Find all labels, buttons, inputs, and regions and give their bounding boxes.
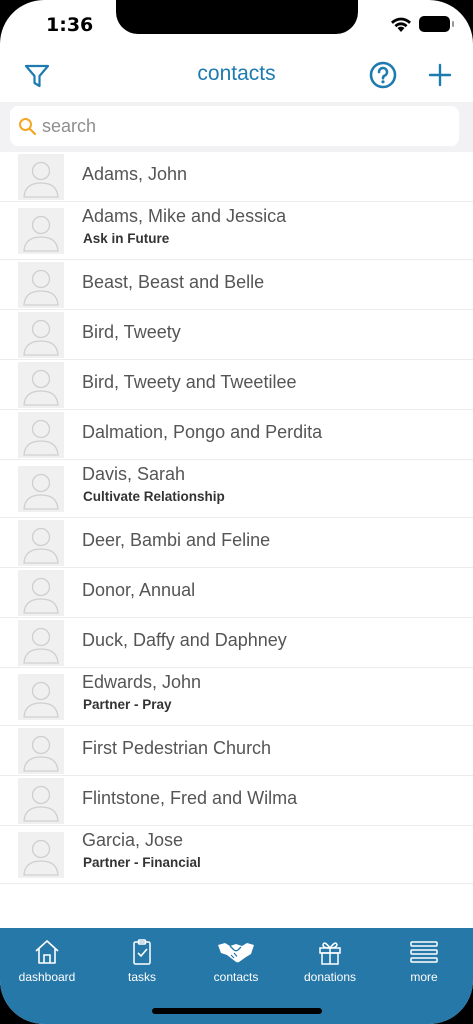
house-icon [35, 940, 59, 964]
avatar-placeholder-icon [18, 262, 64, 308]
wifi-icon [391, 17, 411, 32]
tab-contacts[interactable]: contacts [189, 934, 283, 990]
contact-name: Bird, Tweety and Tweetilee [82, 372, 297, 392]
avatar-placeholder-icon [18, 466, 64, 512]
gift-icon [319, 942, 341, 965]
contact-row[interactable]: Garcia, Jose Partner - Financial [0, 826, 473, 884]
contact-row[interactable]: Duck, Daffy and Daphney [0, 618, 473, 668]
clipboard-icon [133, 939, 151, 965]
phone-screen: 1:36 contacts search Adams, John Adams, … [0, 0, 473, 1024]
avatar-placeholder-icon [18, 154, 64, 200]
contact-status: Cultivate Relationship [83, 489, 225, 504]
contact-name: Garcia, Jose [82, 830, 184, 850]
tab-donations[interactable]: donations [283, 934, 377, 990]
contact-row[interactable]: Beast, Beast and Belle [0, 260, 473, 310]
contact-name: Adams, Mike and Jessica [82, 206, 287, 226]
contact-name: Adams, John [82, 164, 188, 184]
help-icon[interactable] [369, 61, 397, 89]
avatar-placeholder-icon [18, 778, 64, 824]
avatar-placeholder-icon [18, 728, 64, 774]
contact-row[interactable]: Deer, Bambi and Feline [0, 518, 473, 568]
tab-label-more: more [410, 970, 438, 984]
tab-label-donations: donations [303, 970, 357, 984]
page-title: contacts [197, 62, 276, 85]
contact-row[interactable]: Adams, Mike and Jessica Ask in Future [0, 202, 473, 260]
contact-row[interactable]: Edwards, John Partner - Pray [0, 668, 473, 726]
contact-name: Dalmation, Pongo and Perdita [82, 422, 323, 442]
tab-more[interactable]: more [377, 934, 471, 990]
avatar-placeholder-icon [18, 674, 64, 720]
contact-name: Donor, Annual [82, 580, 196, 600]
contact-status: Partner - Pray [83, 697, 172, 712]
contact-row[interactable]: Flintstone, Fred and Wilma [0, 776, 473, 826]
add-contact-icon[interactable] [427, 62, 453, 88]
avatar-placeholder-icon [18, 362, 64, 408]
status-time: 1:36 [46, 14, 94, 36]
home-indicator [152, 1008, 322, 1014]
contact-name: Duck, Daffy and Daphney [82, 630, 287, 650]
avatar-placeholder-icon [18, 620, 64, 666]
avatar-placeholder-icon [18, 520, 64, 566]
contact-name: Flintstone, Fred and Wilma [82, 788, 298, 808]
avatar-placeholder-icon [18, 412, 64, 458]
avatar-placeholder-icon [18, 832, 64, 878]
search-box[interactable] [10, 106, 459, 146]
tab-dashboard[interactable]: dashboard [0, 934, 94, 990]
tab-label-contacts: contacts [213, 970, 259, 984]
contact-row[interactable]: First Pedestrian Church [0, 726, 473, 776]
avatar-placeholder-icon [18, 570, 64, 616]
contact-name: Deer, Bambi and Feline [82, 530, 271, 550]
nav-bar: contacts [0, 50, 473, 102]
contact-name: Beast, Beast and Belle [82, 272, 265, 292]
contact-row[interactable]: Bird, Tweety [0, 310, 473, 360]
search-icon [19, 118, 37, 136]
menu-icon [410, 941, 438, 963]
tab-tasks[interactable]: tasks [95, 934, 189, 990]
battery-icon [419, 16, 454, 32]
contact-row[interactable]: Dalmation, Pongo and Perdita [0, 410, 473, 460]
contact-name: First Pedestrian Church [82, 738, 272, 758]
avatar-placeholder-icon [18, 208, 64, 254]
contact-status: Ask in Future [83, 231, 170, 246]
contact-name: Bird, Tweety [82, 322, 181, 342]
tab-label-tasks: tasks [127, 970, 156, 984]
contact-list[interactable]: Adams, John Adams, Mike and Jessica Ask in… [0, 152, 473, 928]
avatar-placeholder-icon [18, 312, 64, 358]
contact-row[interactable]: Bird, Tweety and Tweetilee [0, 360, 473, 410]
notch [116, 0, 358, 34]
status-bar: 1:36 [0, 0, 473, 50]
contact-status: Partner - Financial [83, 855, 201, 870]
handshake-icon [218, 943, 254, 963]
contact-row[interactable]: Adams, John [0, 152, 473, 202]
search-input[interactable] [42, 110, 442, 142]
tab-label-dashboard: dashboard [18, 970, 76, 984]
contact-row[interactable]: Davis, Sarah Cultivate Relationship [0, 460, 473, 518]
contact-name: Edwards, John [82, 672, 202, 692]
contact-row[interactable]: Donor, Annual [0, 568, 473, 618]
search-bar [0, 102, 473, 152]
contact-name: Davis, Sarah [82, 464, 186, 484]
